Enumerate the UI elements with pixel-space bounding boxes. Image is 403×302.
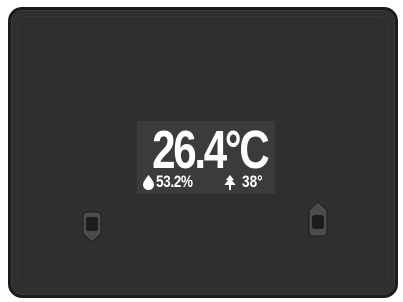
up-button[interactable] xyxy=(305,201,331,237)
secondary-value: 38° xyxy=(242,172,263,191)
tree-icon xyxy=(224,175,236,190)
water-drop-icon xyxy=(143,175,154,190)
temperature-readout: 26.4°C xyxy=(152,120,270,180)
lcd-display: 26.4°C 53.2% 38° xyxy=(137,121,275,194)
humidity-value: 53.2% xyxy=(156,172,193,191)
chevron-down-icon xyxy=(82,211,102,243)
chevron-up-icon xyxy=(308,201,328,237)
secondary-readouts: 53.2% 38° xyxy=(143,172,273,192)
down-button[interactable] xyxy=(79,211,105,243)
